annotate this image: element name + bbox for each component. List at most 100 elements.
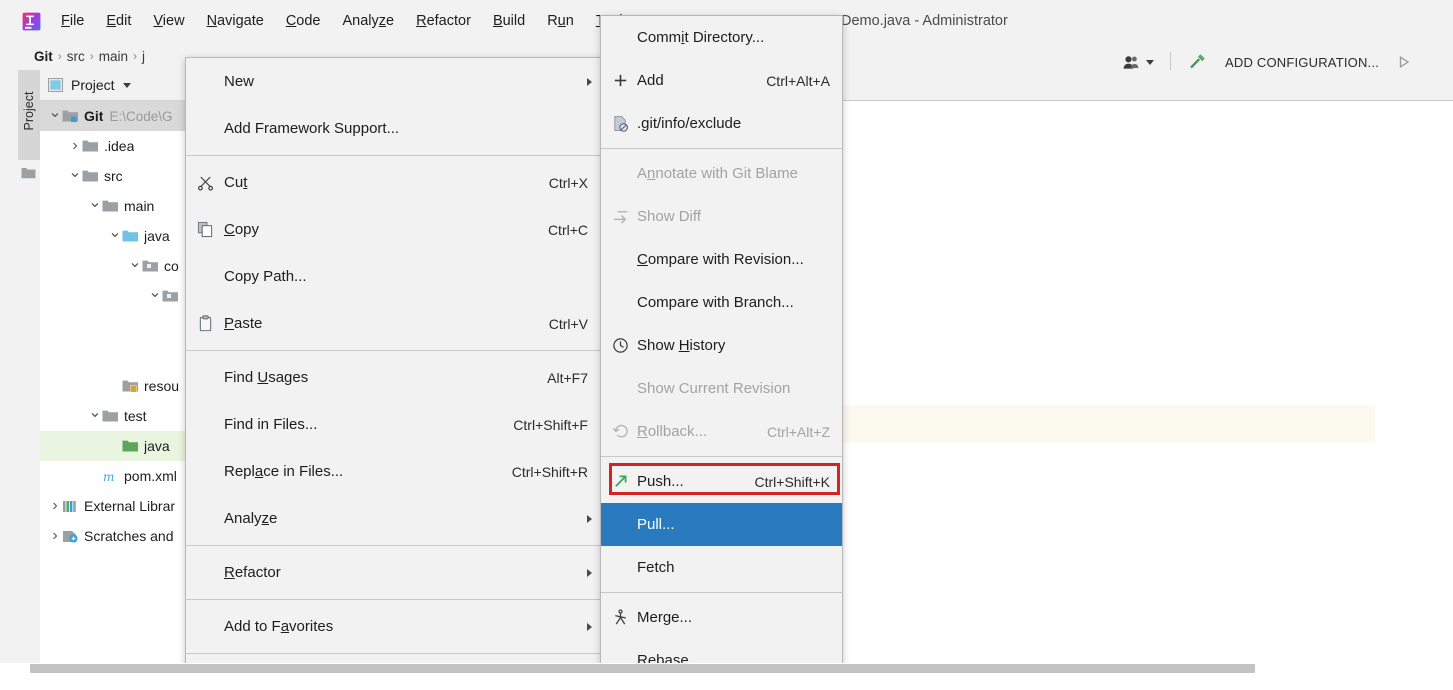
menu-item-shortcut: Ctrl+C [547, 221, 588, 238]
menu-separator [601, 148, 842, 149]
chevron-down-icon[interactable]: ⌄ [128, 255, 142, 273]
package-icon [142, 259, 159, 273]
menu-item-copy[interactable]: Copy Ctrl+C [186, 206, 606, 253]
menu-item-add[interactable]: Add Ctrl+Alt+A [601, 59, 842, 102]
project-panel-title: Project [71, 77, 115, 93]
menu-item-show-diff: Show Diff [601, 195, 842, 238]
chevron-down-icon[interactable]: ⌄ [88, 195, 102, 213]
menu-separator [186, 653, 606, 654]
menu-analyze[interactable]: Analyze [332, 10, 406, 32]
clipboard-icon [196, 315, 214, 333]
menu-item-label: Compare with Revision... [637, 251, 804, 268]
breadcrumb-item-1[interactable]: src [63, 49, 89, 64]
menu-item-show-history[interactable]: Show History [601, 324, 842, 367]
menu-item-compare-with-branch[interactable]: Compare with Branch... [601, 281, 842, 324]
menu-item-pull[interactable]: Pull... [601, 503, 842, 546]
menu-item-rollback: Rollback... Ctrl+Alt+Z [601, 410, 842, 453]
menu-item-add-to-favorites[interactable]: Add to Favorites [186, 603, 606, 650]
menu-item-label: Pull... [637, 516, 675, 533]
menu-item-label: Annotate with Git Blame [637, 165, 798, 182]
menu-item-find-in-files[interactable]: Find in Files... Ctrl+Shift+F [186, 401, 606, 448]
scratches-icon [62, 529, 79, 543]
chevron-down-icon[interactable]: ⌄ [68, 165, 82, 183]
menu-separator [601, 592, 842, 593]
menu-item-copy-path[interactable]: Copy Path... [186, 253, 606, 300]
menu-edit[interactable]: Edit [95, 10, 142, 32]
menu-item-refactor[interactable]: Refactor [186, 549, 606, 596]
plus-icon [611, 72, 629, 90]
chevron-down-icon[interactable]: ⌄ [88, 405, 102, 423]
menu-item-new[interactable]: New [186, 58, 606, 105]
menu-item-show-current-revision: Show Current Revision [601, 367, 842, 410]
tree-icon-none [162, 349, 179, 363]
tree-row-label: Scratches and [84, 528, 174, 544]
package-icon [162, 289, 179, 303]
menu-view[interactable]: View [142, 10, 195, 32]
menu-item-replace-in-files[interactable]: Replace in Files... Ctrl+Shift+R [186, 448, 606, 495]
menu-build[interactable]: Build [482, 10, 536, 32]
folder-icon [102, 409, 119, 423]
menu-item-label: Add to Favorites [224, 618, 334, 635]
breadcrumb-item-3[interactable]: j [138, 49, 149, 64]
tool-window-tab-project[interactable]: Project [18, 70, 40, 160]
diff-icon [611, 208, 629, 226]
menu-item-push[interactable]: Push... Ctrl+Shift+K [601, 460, 842, 503]
chevron-right-icon[interactable]: › [48, 497, 62, 515]
menu-item-analyze[interactable]: Analyze [186, 495, 606, 542]
menu-item-compare-with-revision[interactable]: Compare with Revision... [601, 238, 842, 281]
tool-window-tab-label: Project [22, 91, 36, 131]
menu-file[interactable]: File [50, 10, 95, 32]
menu-item-label: Copy [224, 221, 260, 238]
menu-item-merge[interactable]: Merge... [601, 596, 842, 639]
menu-item-cut[interactable]: Cut Ctrl+X [186, 159, 606, 206]
menu-item-shortcut: Ctrl+Shift+R [511, 463, 588, 480]
chevron-right-icon [587, 514, 592, 523]
menu-navigate[interactable]: Navigate [196, 10, 275, 32]
menu-item-label: Rollback... [637, 423, 708, 440]
chevron-down-icon[interactable]: ⌄ [148, 285, 162, 303]
tree-row-label: main [124, 198, 155, 214]
svg-text:m: m [103, 470, 114, 483]
menu-item-paste[interactable]: Paste Ctrl+V [186, 300, 606, 347]
menu-item-find-usages[interactable]: Find Usages Alt+F7 [186, 354, 606, 401]
menu-item-annotate-with-git-blame: Annotate with Git Blame [601, 152, 842, 195]
source-root-folder-icon [122, 229, 139, 243]
chevron-down-icon[interactable]: ⌄ [48, 105, 62, 123]
breadcrumb-item-0[interactable]: Git [30, 49, 57, 64]
menu-item-label: Fetch [637, 559, 675, 576]
menu-item-commit-directory[interactable]: Commit Directory... [601, 16, 842, 59]
menu-refactor[interactable]: Refactor [405, 10, 482, 32]
horizontal-scrollbar[interactable] [30, 663, 1453, 674]
breadcrumb-item-2[interactable]: main [95, 49, 132, 64]
folder-icon[interactable] [21, 166, 36, 179]
tree-row-label: test [124, 408, 147, 424]
menu-item-label: Find Usages [224, 369, 309, 386]
scissors-icon [196, 174, 214, 192]
test-root-folder-icon [122, 439, 139, 453]
add-configuration-button[interactable]: ADD CONFIGURATION... [1215, 55, 1389, 70]
menu-item-fetch[interactable]: Fetch [601, 546, 842, 589]
menu-item-git-info-exclude[interactable]: .git/info/exclude [601, 102, 842, 145]
hammer-icon [1190, 54, 1205, 69]
rollback-icon [611, 423, 629, 441]
clock-icon [611, 337, 629, 355]
chevron-down-icon[interactable] [122, 82, 131, 88]
menu-item-shortcut: Ctrl+X [548, 174, 588, 191]
menu-item-label: Show History [637, 337, 726, 354]
left-tool-strip: Project [18, 70, 40, 663]
menu-item-add-framework-support[interactable]: Add Framework Support... [186, 105, 606, 152]
toolbar-divider [1170, 52, 1171, 72]
menu-run[interactable]: Run [536, 10, 585, 32]
menu-item-label: Show Current Revision [637, 380, 791, 397]
menu-item-rebase[interactable]: Rebase... [601, 639, 842, 663]
chevron-right-icon [587, 568, 592, 577]
maven-icon: m [102, 469, 119, 484]
menu-item-shortcut: Ctrl+Alt+A [766, 72, 830, 89]
scrollbar-thumb[interactable] [30, 664, 1255, 673]
user-avatar-icon [1123, 55, 1139, 69]
chevron-right-icon[interactable]: › [68, 137, 82, 155]
project-view-icon [48, 78, 63, 92]
menu-code[interactable]: Code [275, 10, 332, 32]
chevron-down-icon[interactable]: ⌄ [108, 225, 122, 243]
chevron-right-icon[interactable]: › [48, 527, 62, 545]
